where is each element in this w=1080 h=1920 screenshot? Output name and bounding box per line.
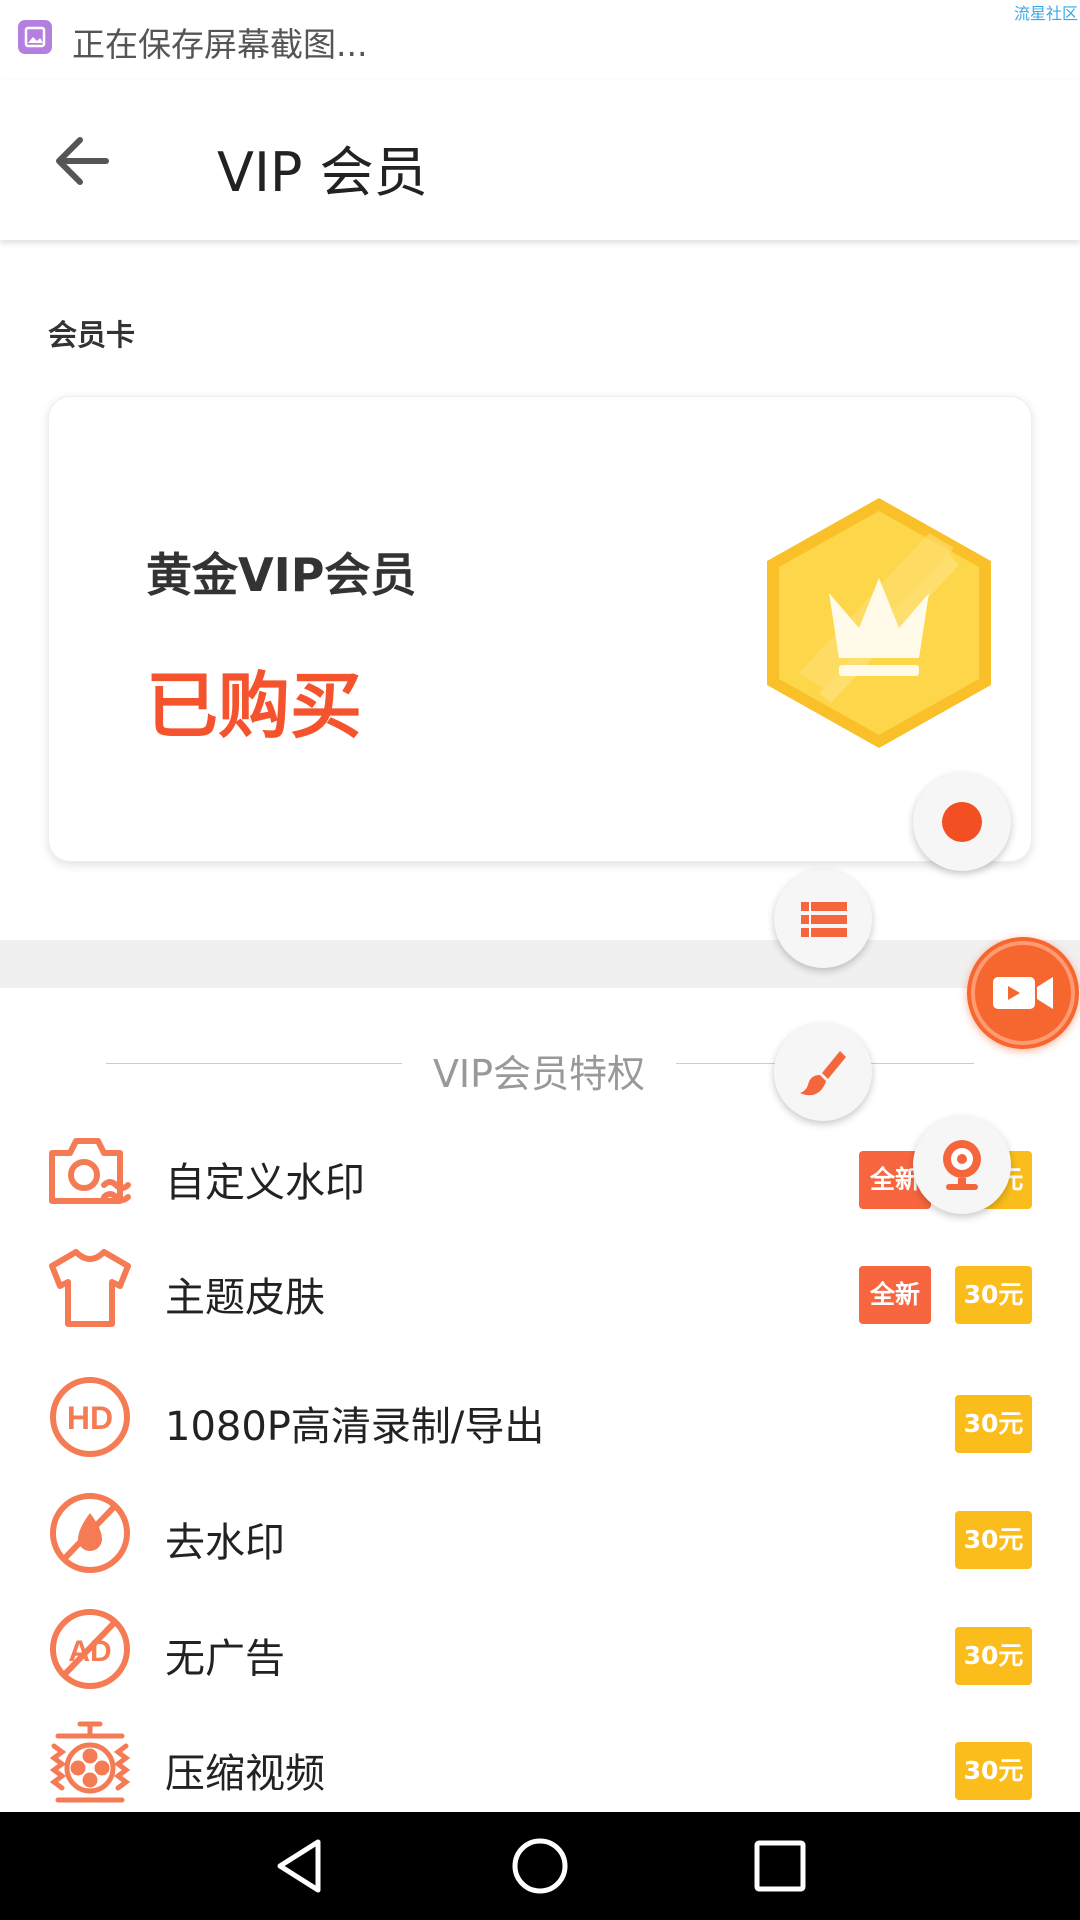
privilege-row-no-ads[interactable]: AD 无广告 30元	[0, 1599, 1080, 1699]
nav-back-icon[interactable]	[268, 1834, 332, 1898]
page-title: VIP 会员	[217, 141, 428, 204]
privilege-label: 主题皮肤	[165, 1275, 325, 1321]
nav-recent-icon[interactable]	[748, 1834, 812, 1898]
privilege-row-1080p[interactable]: HD 1080P高清录制/导出 30元	[0, 1367, 1080, 1467]
privilege-row-remove-watermark[interactable]: 去水印 30元	[0, 1483, 1080, 1583]
arrow-left-icon	[56, 137, 109, 185]
price-badge: 30元	[955, 1627, 1032, 1685]
privilege-label: 无广告	[165, 1636, 285, 1682]
record-icon	[942, 802, 982, 842]
price-badge: 30元	[955, 1742, 1032, 1800]
back-button[interactable]	[50, 126, 120, 196]
no-ad-icon: AD	[50, 1609, 130, 1689]
tshirt-icon	[49, 1249, 131, 1327]
crown-icon	[767, 498, 991, 748]
hd-icon: HD	[50, 1377, 130, 1457]
vip-member-screen: 正在保存屏幕截图... 流星社区 VIP 会员 会员卡 黄金VIP会员 已购买 …	[0, 0, 1080, 1920]
compress-video-icon	[49, 1721, 131, 1803]
new-badge: 全新	[859, 1266, 931, 1324]
recordings-list-button[interactable]	[774, 870, 872, 968]
no-watermark-icon	[50, 1493, 130, 1573]
section-divider	[0, 940, 1080, 988]
privilege-label: 1080P高清录制/导出	[165, 1404, 545, 1450]
camera-watermark-icon	[49, 1138, 131, 1204]
heading-line-left	[106, 1063, 402, 1064]
privilege-label: 去水印	[165, 1520, 285, 1566]
membership-name: 黄金VIP会员	[146, 548, 417, 602]
price-badge: 30元	[955, 1395, 1032, 1453]
status-bar: 正在保存屏幕截图... 流星社区	[0, 0, 1080, 80]
price-badge: 30元	[955, 1511, 1032, 1569]
brush-icon	[800, 1051, 846, 1096]
privileges-heading: VIP会员特权	[432, 1052, 646, 1096]
webcam-button[interactable]	[913, 1116, 1011, 1214]
purchase-status: 已购买	[146, 664, 363, 748]
member-card-section-label: 会员卡	[48, 318, 136, 352]
svg-text:HD: HD	[67, 1400, 113, 1436]
member-card[interactable]: 黄金VIP会员 已购买	[48, 396, 1032, 862]
screenshot-saving-text: 正在保存屏幕截图...	[72, 25, 368, 64]
privilege-label: 压缩视频	[165, 1751, 325, 1797]
recorder-main-button[interactable]	[967, 937, 1079, 1049]
nav-home-icon[interactable]	[508, 1834, 572, 1898]
privilege-row-compress-video[interactable]: 压缩视频 30元	[0, 1714, 1080, 1814]
record-button[interactable]	[913, 773, 1011, 871]
toolbar: VIP 会员	[0, 80, 1080, 240]
webcam-icon	[943, 1140, 981, 1190]
screenshot-icon	[18, 20, 52, 54]
price-badge: 30元	[955, 1266, 1032, 1324]
privilege-row-theme-skin[interactable]: 主题皮肤 全新 30元	[0, 1238, 1080, 1338]
brush-button[interactable]	[774, 1023, 872, 1121]
video-camera-icon	[971, 941, 1075, 1045]
community-watermark: 流星社区	[1013, 4, 1078, 23]
navigation-bar	[0, 1812, 1080, 1920]
list-icon	[801, 902, 847, 937]
privilege-label: 自定义水印	[165, 1160, 365, 1206]
